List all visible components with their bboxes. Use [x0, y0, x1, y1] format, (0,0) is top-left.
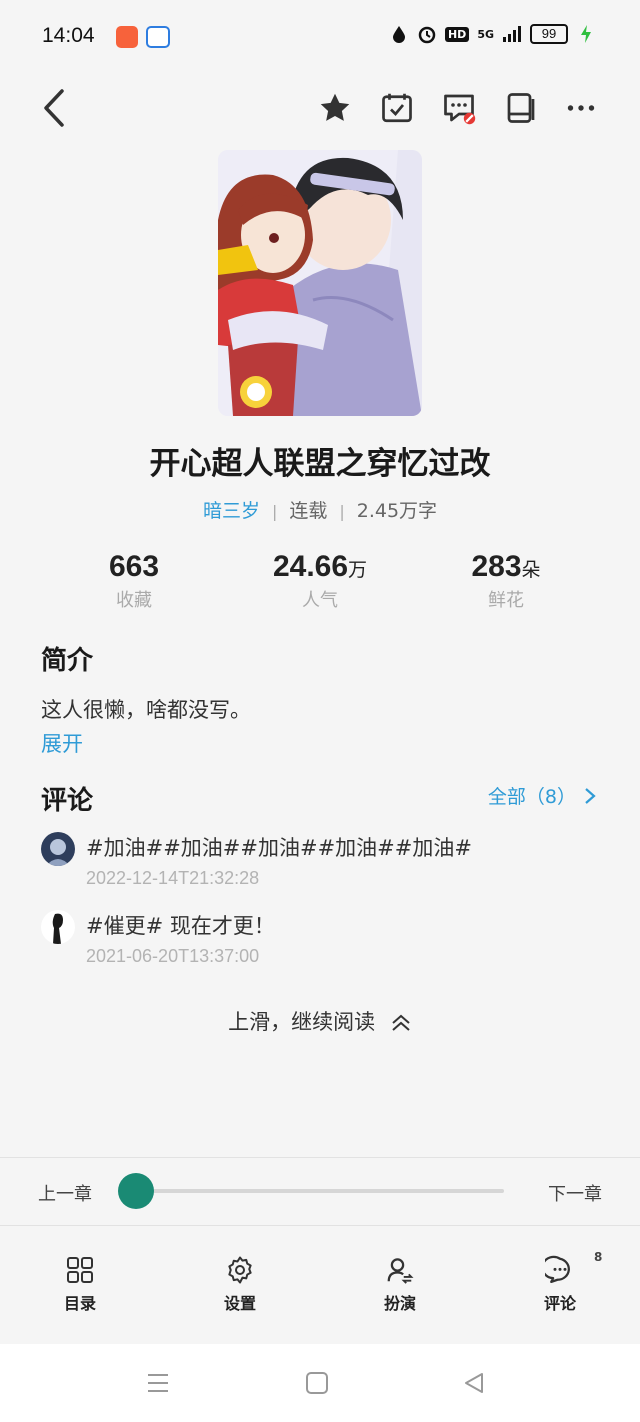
roleplay-icon [384, 1254, 416, 1286]
water-drop-icon [389, 24, 409, 44]
stat-label: 收藏 [116, 590, 152, 611]
prev-chapter-button[interactable]: 上一章 [38, 1180, 92, 1206]
status-icons: HD 5G 99 [389, 24, 596, 44]
gear-icon [224, 1254, 256, 1286]
intro-heading: 简介 [41, 646, 94, 676]
system-back-button[interactable] [459, 1368, 489, 1398]
avatar[interactable] [41, 832, 75, 866]
slider-handle[interactable] [118, 1173, 154, 1209]
comments-off-button[interactable] [435, 84, 483, 132]
see-all-label: 全部（8） [487, 786, 576, 808]
nav-roleplay[interactable]: 扮演 [360, 1254, 440, 1314]
comment-item[interactable]: #催更# 现在才更！ 2021-06-20T13:37:00 [41, 910, 601, 970]
triangle-back-icon [465, 1373, 483, 1393]
nav-catalog[interactable]: 目录 [40, 1254, 120, 1314]
nav-comments[interactable]: 评论 [520, 1254, 600, 1314]
network-label: 5G [477, 27, 494, 41]
comment-count-badge: 8 [594, 1250, 603, 1264]
comment-time: 2022-12-14T21:32:28 [86, 868, 260, 888]
stat-label: 鲜花 [488, 590, 524, 611]
chevron-right-icon [585, 787, 596, 804]
back-button[interactable] [30, 84, 78, 132]
comment-icon [544, 1254, 576, 1286]
nav-label: 扮演 [383, 1294, 416, 1313]
comment-text: #加油##加油##加油##加油##加油# [86, 836, 472, 860]
next-chapter-button[interactable]: 下一章 [548, 1180, 602, 1206]
alarm-icon [417, 24, 437, 44]
comment-time: 2021-06-20T13:37:00 [86, 946, 260, 966]
double-chevron-up-icon [392, 1014, 410, 1031]
word-count: 2.45万字 [356, 500, 438, 522]
grid-icon [64, 1254, 96, 1286]
stat-value: 24.66 [272, 550, 349, 583]
continue-reading-prompt[interactable]: 上滑，继续阅读 [0, 1006, 640, 1036]
home-button[interactable] [302, 1368, 332, 1398]
more-button[interactable] [557, 84, 605, 132]
stat-label: 人气 [302, 590, 338, 611]
continue-reading-label: 上滑，继续阅读 [228, 1010, 376, 1034]
chapter-progress-slider[interactable] [136, 1189, 504, 1193]
book-detail-button[interactable] [497, 84, 545, 132]
meta-separator: | [271, 502, 278, 521]
avatar[interactable] [41, 910, 75, 944]
stat-unit: 万 [348, 559, 368, 581]
nav-label: 设置 [223, 1294, 256, 1313]
stat-popularity: 24.66万 人气 [220, 550, 420, 612]
stat-value: 283 [471, 550, 522, 583]
nav-settings[interactable]: 设置 [200, 1254, 280, 1314]
comments-heading: 评论 [41, 786, 94, 816]
check-in-button[interactable] [373, 84, 421, 132]
serial-status: 连载 [289, 500, 328, 522]
favorite-button[interactable] [311, 84, 359, 132]
expand-intro-link[interactable]: 展开 [41, 728, 83, 758]
status-time: 14:04 [42, 24, 95, 47]
recent-apps-button[interactable] [143, 1368, 173, 1398]
charging-icon [576, 24, 596, 44]
square-icon [306, 1372, 328, 1394]
divider [0, 1157, 640, 1158]
book-meta: 暗三岁 | 连载 | 2.45万字 [0, 496, 640, 523]
stat-favorites: 663 收藏 [34, 550, 234, 612]
meta-separator: | [339, 502, 345, 521]
signal-icon [502, 24, 522, 44]
app-notification-icon-2 [146, 26, 170, 48]
book-icon [507, 93, 535, 123]
more-dots-icon [567, 105, 595, 111]
stat-flowers: 283朵 鲜花 [406, 550, 606, 612]
comment-item[interactable]: #加油##加油##加油##加油##加油# 2022-12-14T21:32:28 [41, 832, 601, 892]
intro-text: 这人很懒，啥都没写。 [41, 698, 251, 722]
status-bar: 14:04 HD 5G 99 [0, 0, 640, 76]
hd-icon: HD [444, 26, 470, 42]
nav-label: 目录 [63, 1294, 96, 1313]
calendar-check-icon [382, 93, 412, 123]
author-link[interactable]: 暗三岁 [203, 500, 260, 522]
book-cover-image[interactable] [218, 150, 422, 416]
app-notification-icon [116, 26, 138, 48]
comment-text: #催更# 现在才更！ [86, 914, 275, 938]
see-all-comments-link[interactable]: 全部（8） [488, 782, 596, 809]
menu-lines-icon [148, 1374, 168, 1392]
back-arrow-icon [44, 89, 64, 127]
stat-value: 663 [108, 550, 160, 583]
battery-indicator: 99 [530, 24, 568, 44]
star-icon [320, 93, 350, 121]
stat-unit: 朵 [521, 559, 541, 581]
nav-label: 评论 [543, 1294, 576, 1313]
book-title: 开心超人联盟之穿忆过改 [149, 446, 491, 482]
divider [0, 1225, 640, 1226]
chat-bubble-muted-icon [444, 94, 476, 125]
